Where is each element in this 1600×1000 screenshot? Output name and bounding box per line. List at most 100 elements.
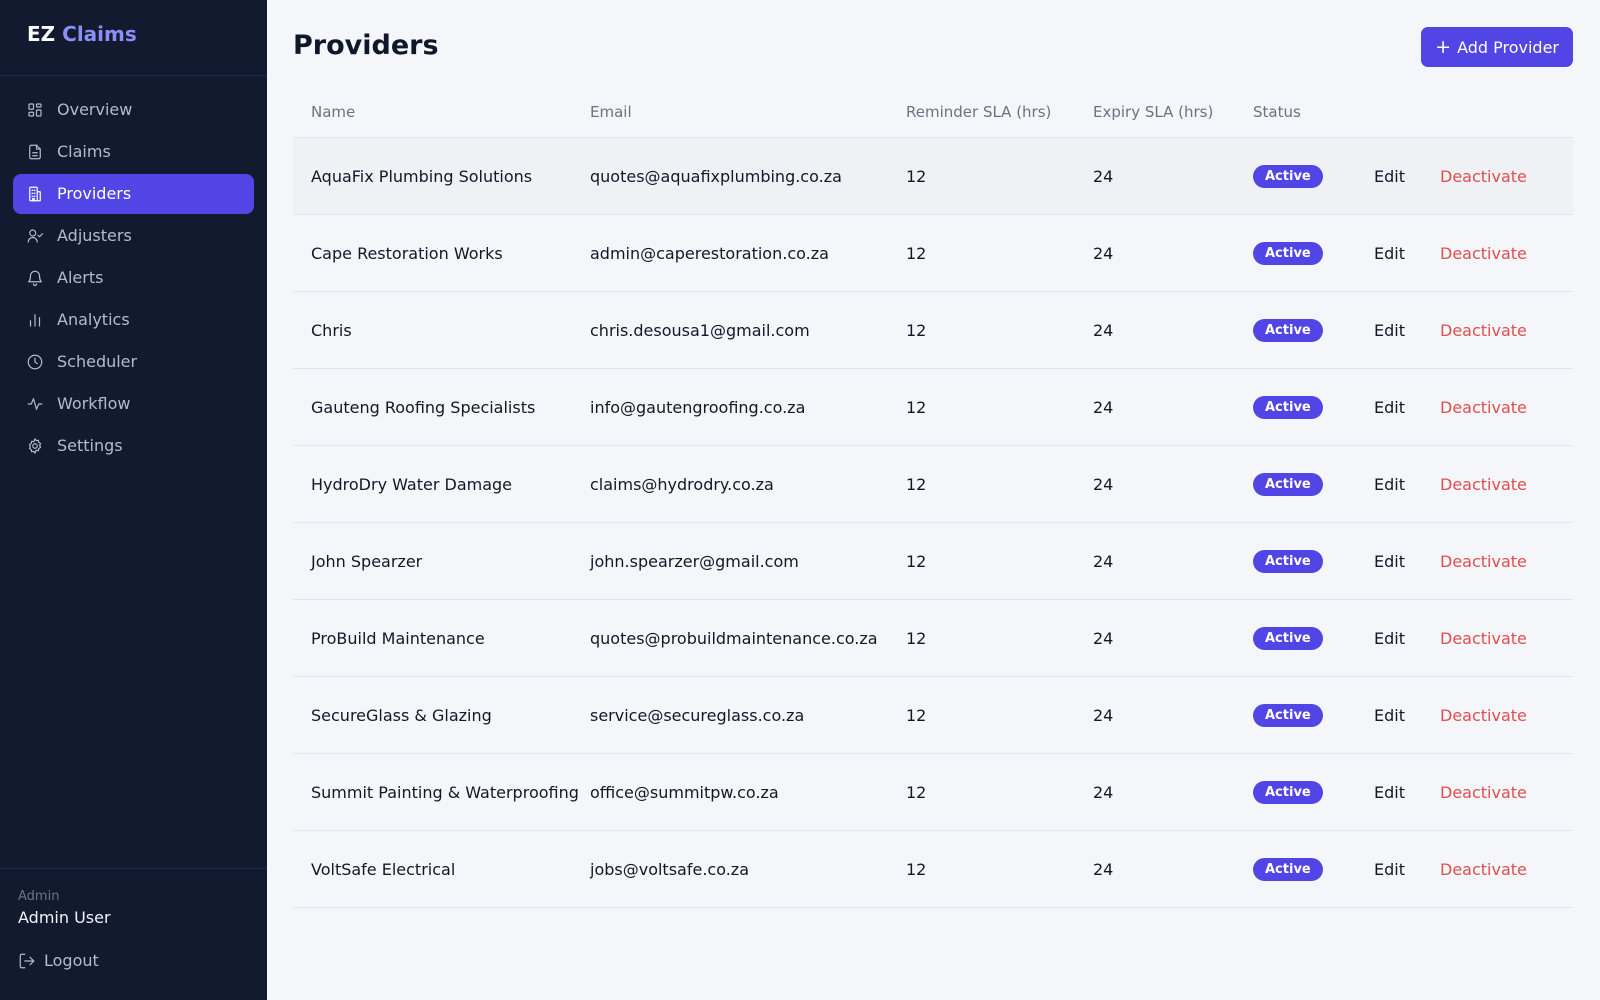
provider-name: Chris: [311, 320, 352, 340]
brand-prefix: EZ: [27, 22, 56, 46]
provider-email: quotes@probuildmaintenance.co.za: [590, 628, 878, 648]
grid-icon: [26, 101, 44, 119]
expiry-sla: 24: [1093, 705, 1114, 725]
deactivate-button[interactable]: Deactivate: [1440, 475, 1527, 494]
reminder-sla: 12: [906, 243, 927, 263]
sidebar-item-analytics[interactable]: Analytics: [13, 300, 254, 340]
provider-email: admin@caperestoration.co.za: [590, 243, 829, 263]
deactivate-button[interactable]: Deactivate: [1440, 783, 1527, 802]
status-badge: Active: [1253, 857, 1323, 881]
expiry-sla: 24: [1093, 474, 1114, 494]
edit-cell: Edit: [1374, 629, 1440, 648]
sidebar-item-workflow[interactable]: Workflow: [13, 384, 254, 424]
add-provider-button[interactable]: + Add Provider: [1421, 27, 1573, 67]
provider-name: VoltSafe Electrical: [311, 859, 456, 879]
sidebar-nav: Overview Claims Providers Adjusters Aler…: [0, 76, 267, 466]
sidebar-item-providers[interactable]: Providers: [13, 174, 254, 214]
document-icon: [26, 143, 44, 161]
edit-button[interactable]: Edit: [1374, 552, 1405, 571]
reminder-sla: 12: [906, 166, 927, 186]
edit-cell: Edit: [1374, 475, 1440, 494]
provider-email: john.spearzer@gmail.com: [590, 551, 799, 571]
sidebar-item-adjusters[interactable]: Adjusters: [13, 216, 254, 256]
status-badge: Active: [1253, 626, 1323, 650]
deactivate-button[interactable]: Deactivate: [1440, 244, 1527, 263]
sidebar-item-overview[interactable]: Overview: [13, 90, 254, 130]
provider-name: AquaFix Plumbing Solutions: [311, 166, 533, 186]
edit-button[interactable]: Edit: [1374, 475, 1405, 494]
status-cell: Active: [1253, 318, 1374, 342]
reminder-sla: 12: [906, 551, 927, 571]
edit-cell: Edit: [1374, 783, 1440, 802]
edit-cell: Edit: [1374, 860, 1440, 879]
expiry-sla: 24: [1093, 397, 1114, 417]
table-row: SecureGlass & Glazing service@secureglass…: [293, 677, 1573, 754]
logout-button[interactable]: Logout: [18, 951, 99, 970]
deactivate-cell: Deactivate: [1440, 321, 1573, 340]
deactivate-button[interactable]: Deactivate: [1440, 860, 1527, 879]
edit-cell: Edit: [1374, 398, 1440, 417]
brand-logo[interactable]: EZ Claims: [0, 0, 267, 76]
gear-icon: [26, 437, 44, 455]
provider-name: Summit Painting & Waterproofing: [311, 782, 579, 802]
sidebar-item-alerts[interactable]: Alerts: [13, 258, 254, 298]
status-cell: Active: [1253, 472, 1374, 496]
provider-name: HydroDry Water Damage: [311, 474, 513, 494]
edit-button[interactable]: Edit: [1374, 629, 1405, 648]
edit-button[interactable]: Edit: [1374, 321, 1405, 340]
reminder-sla: 12: [906, 397, 927, 417]
table-row: ProBuild Maintenance quotes@probuildmaint…: [293, 600, 1573, 677]
reminder-sla: 12: [906, 320, 927, 340]
reminder-sla: 12: [906, 782, 927, 802]
expiry-sla: 24: [1093, 628, 1114, 648]
deactivate-cell: Deactivate: [1440, 706, 1573, 725]
deactivate-button[interactable]: Deactivate: [1440, 706, 1527, 725]
bar-chart-icon: [26, 311, 44, 329]
logout-icon: [19, 953, 35, 968]
deactivate-cell: Deactivate: [1440, 860, 1573, 879]
table-row: HydroDry Water Damage claims@hydrodry.co.…: [293, 446, 1573, 523]
deactivate-button[interactable]: Deactivate: [1440, 552, 1527, 571]
edit-button[interactable]: Edit: [1374, 398, 1405, 417]
status-badge: Active: [1253, 549, 1323, 573]
deactivate-button[interactable]: Deactivate: [1440, 629, 1527, 648]
edit-button[interactable]: Edit: [1374, 860, 1405, 879]
deactivate-cell: Deactivate: [1440, 629, 1573, 648]
edit-button[interactable]: Edit: [1374, 167, 1405, 186]
sidebar-item-label: Analytics: [57, 310, 130, 329]
edit-button[interactable]: Edit: [1374, 783, 1405, 802]
provider-name: John Spearzer: [311, 551, 423, 571]
table-row: Chris chris.desousa1@gmail.com 12 24 Active E…: [293, 292, 1573, 369]
status-badge: Active: [1253, 318, 1323, 342]
reminder-sla: 12: [906, 705, 927, 725]
user-role: Admin: [18, 889, 60, 904]
building-icon: [26, 185, 44, 203]
sidebar-item-settings[interactable]: Settings: [13, 426, 254, 466]
deactivate-button[interactable]: Deactivate: [1440, 398, 1527, 417]
deactivate-button[interactable]: Deactivate: [1440, 321, 1527, 340]
logout-label: Logout: [44, 951, 99, 970]
provider-email: service@secureglass.co.za: [590, 705, 805, 725]
edit-cell: Edit: [1374, 244, 1440, 263]
clock-icon: [26, 353, 44, 371]
sidebar-item-label: Workflow: [57, 394, 131, 413]
status-cell: Active: [1253, 549, 1374, 573]
plus-icon: +: [1435, 35, 1452, 58]
table-row: VoltSafe Electrical jobs@voltsafe.co.za 12…: [293, 831, 1573, 908]
sidebar-item-scheduler[interactable]: Scheduler: [13, 342, 254, 382]
deactivate-cell: Deactivate: [1440, 552, 1573, 571]
status-badge: Active: [1253, 780, 1323, 804]
edit-button[interactable]: Edit: [1374, 706, 1405, 725]
column-header-status: Status: [1253, 103, 1301, 121]
status-cell: Active: [1253, 857, 1374, 881]
edit-button[interactable]: Edit: [1374, 244, 1405, 263]
status-badge: Active: [1253, 395, 1323, 419]
provider-email: claims@hydrodry.co.za: [590, 474, 774, 494]
sidebar-item-claims[interactable]: Claims: [13, 132, 254, 172]
provider-name: Gauteng Roofing Specialists: [311, 397, 536, 417]
status-badge: Active: [1253, 164, 1323, 188]
deactivate-button[interactable]: Deactivate: [1440, 167, 1527, 186]
provider-email: quotes@aquafixplumbing.co.za: [590, 166, 842, 186]
brand-accent: Claims: [62, 22, 137, 46]
provider-name: Cape Restoration Works: [311, 243, 503, 263]
